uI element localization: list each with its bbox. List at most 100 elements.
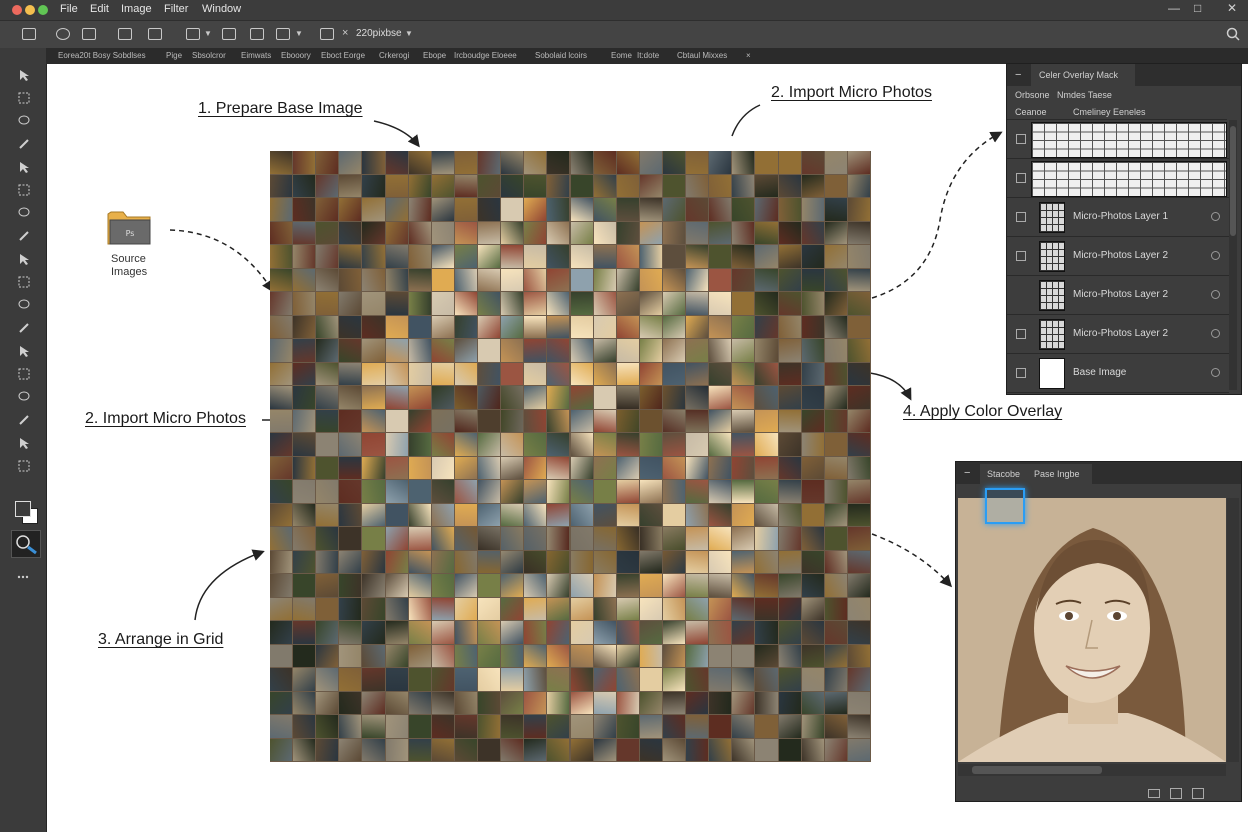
mosaic-tile <box>639 174 662 197</box>
layer-thumbnail <box>1039 358 1065 389</box>
eye-icon[interactable] <box>1211 368 1220 377</box>
layer-thumbnail <box>1031 122 1227 158</box>
mosaic-tile <box>524 198 547 221</box>
mosaic-tile <box>270 668 293 691</box>
mosaic-tile <box>732 574 755 597</box>
subtab-0[interactable]: Orbsone <box>1015 90 1050 100</box>
preview-v-scrollbar[interactable] <box>1227 498 1239 762</box>
mosaic-tile <box>431 174 454 197</box>
layer-visibility-checkbox[interactable] <box>1016 368 1026 378</box>
mosaic-tile <box>570 456 593 479</box>
mosaic-tile <box>408 268 431 291</box>
mosaic-tile <box>362 245 385 268</box>
layers-scrollbar[interactable] <box>1229 120 1237 390</box>
mosaic-tile <box>524 362 547 385</box>
mosaic-tile <box>662 315 686 338</box>
mosaic-tile <box>385 339 408 362</box>
subtab-1[interactable]: Nmdes Taese <box>1057 90 1112 100</box>
mosaic-tile <box>593 691 616 714</box>
layers-panel-title: Celer Overlay Mack <box>1039 70 1119 80</box>
mosaic-tile <box>385 503 408 526</box>
mosaic-tile <box>755 315 778 338</box>
base-portrait-image[interactable] <box>958 498 1226 762</box>
mosaic-tile <box>593 292 616 315</box>
mosaic-tile <box>778 668 801 691</box>
mosaic-tile <box>270 480 293 503</box>
selection-marquee[interactable] <box>985 488 1025 524</box>
mosaic-tile <box>732 362 755 385</box>
mosaic-tile <box>454 621 478 644</box>
mosaic-tile <box>316 550 339 573</box>
mosaic-tile <box>454 174 478 197</box>
layer-name: Micro-Photos Layer 2 <box>1073 250 1169 261</box>
eye-icon[interactable] <box>1211 329 1220 338</box>
mosaic-tile <box>755 597 778 620</box>
layer-row[interactable] <box>1007 159 1229 198</box>
mosaic-tile <box>801 292 824 315</box>
mosaic-tile <box>478 386 501 409</box>
eye-icon[interactable] <box>1211 212 1220 221</box>
mosaic-tile <box>454 527 478 550</box>
mosaic-tile <box>778 221 801 244</box>
preview-tab-0[interactable]: Stacobe <box>987 469 1020 479</box>
preview-tab-1[interactable]: Pase Ingbe <box>1034 469 1080 479</box>
mosaic-tile <box>316 738 339 761</box>
mosaic-tile <box>755 691 778 714</box>
mosaic-tile <box>824 362 847 385</box>
mosaic-tile <box>339 221 362 244</box>
mosaic-tile <box>362 527 385 550</box>
panel-collapse-icon[interactable]: − <box>1015 69 1021 81</box>
layer-visibility-checkbox[interactable] <box>1016 212 1026 222</box>
layer-row[interactable]: Base Image <box>1007 354 1229 393</box>
eye-icon[interactable] <box>1211 251 1220 260</box>
mosaic-tile <box>686 362 709 385</box>
mosaic-tile <box>709 456 732 479</box>
mosaic-tile <box>524 550 547 573</box>
mosaic-tile <box>270 691 293 714</box>
layer-visibility-checkbox[interactable] <box>1016 173 1026 183</box>
mosaic-tile <box>524 268 547 291</box>
mosaic-tile <box>639 339 662 362</box>
mosaic-tile <box>547 738 570 761</box>
layer-visibility-checkbox[interactable] <box>1016 251 1026 261</box>
mosaic-tile <box>408 362 431 385</box>
layer-visibility-checkbox[interactable] <box>1016 134 1026 144</box>
mosaic-tile <box>385 433 408 456</box>
mosaic-tile <box>732 339 755 362</box>
layer-row[interactable]: Micro-Photos Layer 2 <box>1007 237 1229 276</box>
new-layer-icon[interactable] <box>1148 789 1160 798</box>
photo-mosaic[interactable] <box>270 151 871 762</box>
mosaic-tile <box>454 480 478 503</box>
panel-collapse-icon[interactable]: − <box>964 467 970 479</box>
preview-h-scrollbar[interactable] <box>958 764 1226 776</box>
mosaic-tile <box>778 198 801 221</box>
mosaic-tile <box>385 691 408 714</box>
mosaic-tile <box>270 527 293 550</box>
layer-row[interactable]: Micro-Photos Layer 2 <box>1007 276 1229 315</box>
mosaic-tile <box>547 456 570 479</box>
mosaic-tile <box>847 409 870 432</box>
group-icon[interactable] <box>1170 788 1182 799</box>
mosaic-tile <box>686 198 709 221</box>
layer-visibility-checkbox[interactable] <box>1016 329 1026 339</box>
mosaic-tile <box>478 550 501 573</box>
mosaic-tile <box>778 480 801 503</box>
layer-row[interactable]: Micro-Photos Layer 1 <box>1007 198 1229 237</box>
mosaic-tile <box>547 386 570 409</box>
scrollbar-thumb[interactable] <box>972 766 1102 774</box>
mosaic-tile <box>339 174 362 197</box>
mosaic-tile <box>431 409 454 432</box>
mosaic-tile <box>454 715 478 738</box>
mosaic-tile <box>454 151 478 174</box>
mask-icon[interactable] <box>1192 788 1204 799</box>
scrollbar-thumb[interactable] <box>1230 126 1236 236</box>
mosaic-tile <box>824 292 847 315</box>
eye-icon[interactable] <box>1211 290 1220 299</box>
mosaic-tile <box>732 386 755 409</box>
layer-row[interactable]: Micro-Photos Layer 2 <box>1007 315 1229 354</box>
mosaic-tile <box>824 597 847 620</box>
layer-row[interactable] <box>1007 120 1229 159</box>
mosaic-tile <box>616 362 639 385</box>
mosaic-tile <box>524 292 547 315</box>
mosaic-tile <box>316 668 339 691</box>
